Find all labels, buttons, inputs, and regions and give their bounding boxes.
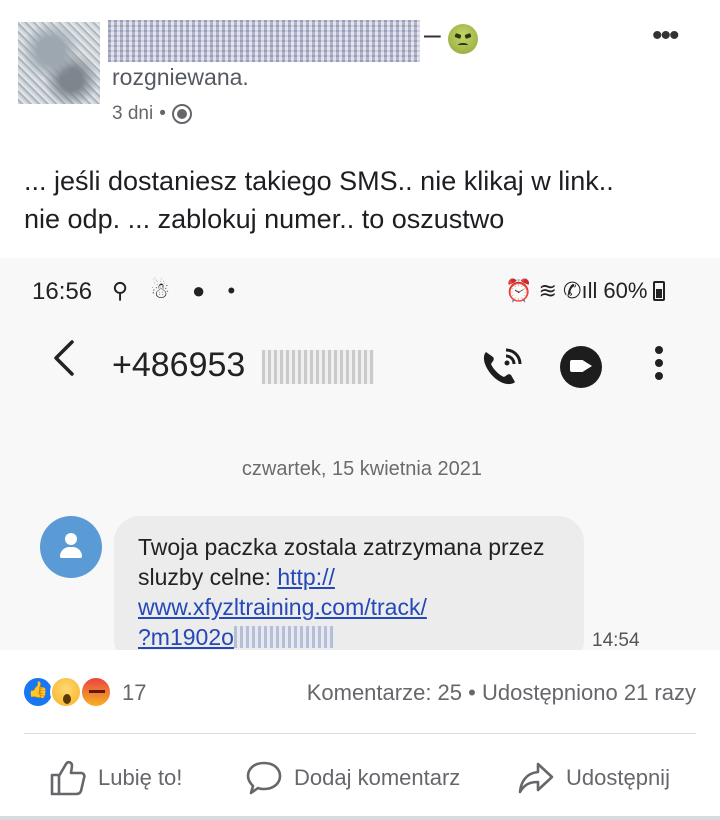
contact-number: +486953 — [112, 346, 246, 384]
status-time: 16:56 — [32, 278, 93, 305]
contact-number-blurred — [262, 350, 374, 384]
alarm-wifi-signal-icons: ⏰ ≋ ✆ıll — [505, 278, 598, 303]
sms-link-part[interactable]: ?m1902o — [138, 624, 234, 650]
sms-text: Twoja paczka zostala zatrzymana przez sl… — [138, 532, 560, 650]
post-body-line: nie odp. ... zablokuj numer.. to oszustw… — [24, 204, 505, 234]
like-button[interactable]: Lubię to! — [48, 758, 182, 798]
status-right: ⏰ ≋ ✆ıll 60% — [505, 278, 666, 304]
thumbs-up-icon — [50, 760, 86, 796]
phone-menu-icon[interactable] — [655, 346, 665, 386]
angry-feeling-icon — [448, 24, 478, 54]
comment-bubble-icon — [246, 761, 282, 795]
video-call-icon[interactable] — [560, 346, 602, 388]
author-avatar[interactable] — [18, 22, 100, 104]
contact-avatar-icon — [40, 516, 102, 578]
angry-reaction-icon[interactable] — [80, 676, 112, 708]
comment-label: Dodaj komentarz — [294, 765, 461, 790]
status-notification-icons: ⚲ ☃ ● • — [112, 278, 244, 303]
wow-reaction-icon[interactable] — [50, 676, 82, 708]
meta-separator: • — [159, 103, 166, 124]
link-code-blurred — [233, 626, 334, 648]
feeling-label: rozgniewana. — [112, 64, 249, 90]
comments-count[interactable]: Komentarze: 25 — [307, 680, 462, 705]
post-body-line: ... jeśli dostaniesz takiego SMS.. nie k… — [24, 166, 614, 196]
reaction-count[interactable]: 17 — [122, 680, 146, 706]
wifi-call-icon[interactable] — [478, 344, 524, 390]
post-stats: 17 Komentarze: 25 • Udostępniono 21 razy — [0, 672, 720, 716]
share-button[interactable]: Udostępnij — [516, 758, 670, 798]
sms-screenshot[interactable]: 16:56 ⚲ ☃ ● • ⏰ ≋ ✆ıll 60% +486953 czwar… — [0, 258, 720, 650]
bottom-divider — [0, 816, 720, 820]
shares-count[interactable]: Udostępniono 21 razy — [482, 680, 696, 705]
divider — [24, 733, 696, 734]
post-body: ... jeśli dostaniesz takiego SMS.. nie k… — [24, 162, 704, 238]
author-name-blurred[interactable] — [108, 20, 420, 62]
name-dash: – — [424, 18, 441, 51]
comment-button[interactable]: Dodaj komentarz — [244, 758, 460, 798]
like-label: Lubię to! — [98, 765, 183, 790]
globe-icon — [171, 104, 192, 124]
message-time: 14:54 — [592, 630, 640, 650]
action-bar: Lubię to! Dodaj komentarz Udostępnij — [0, 748, 720, 808]
back-arrow-icon[interactable] — [50, 338, 80, 378]
post-meta: 3 dni • — [112, 103, 192, 125]
battery-level: 60% — [603, 278, 648, 303]
battery-icon — [653, 281, 666, 301]
share-arrow-icon — [518, 762, 554, 794]
comments-shares: Komentarze: 25 • Udostępniono 21 razy — [307, 680, 696, 706]
post-header: – ••• rozgniewana. 3 dni • — [0, 0, 720, 140]
sms-link-part[interactable]: www.xfyzltraining.com/track/ — [138, 594, 427, 620]
post-time[interactable]: 3 dni — [112, 103, 153, 125]
stats-separator: • — [468, 680, 476, 705]
sms-link-part[interactable]: http:// — [277, 564, 335, 590]
share-label: Udostępnij — [566, 765, 670, 790]
message-date: czwartek, 15 kwietnia 2021 — [241, 458, 483, 480]
sms-bubble: Twoja paczka zostala zatrzymana przez sl… — [114, 516, 584, 650]
more-options-icon[interactable]: ••• — [652, 21, 679, 51]
sms-message: Twoja paczka zostala zatrzymana przez sl… — [138, 534, 545, 590]
